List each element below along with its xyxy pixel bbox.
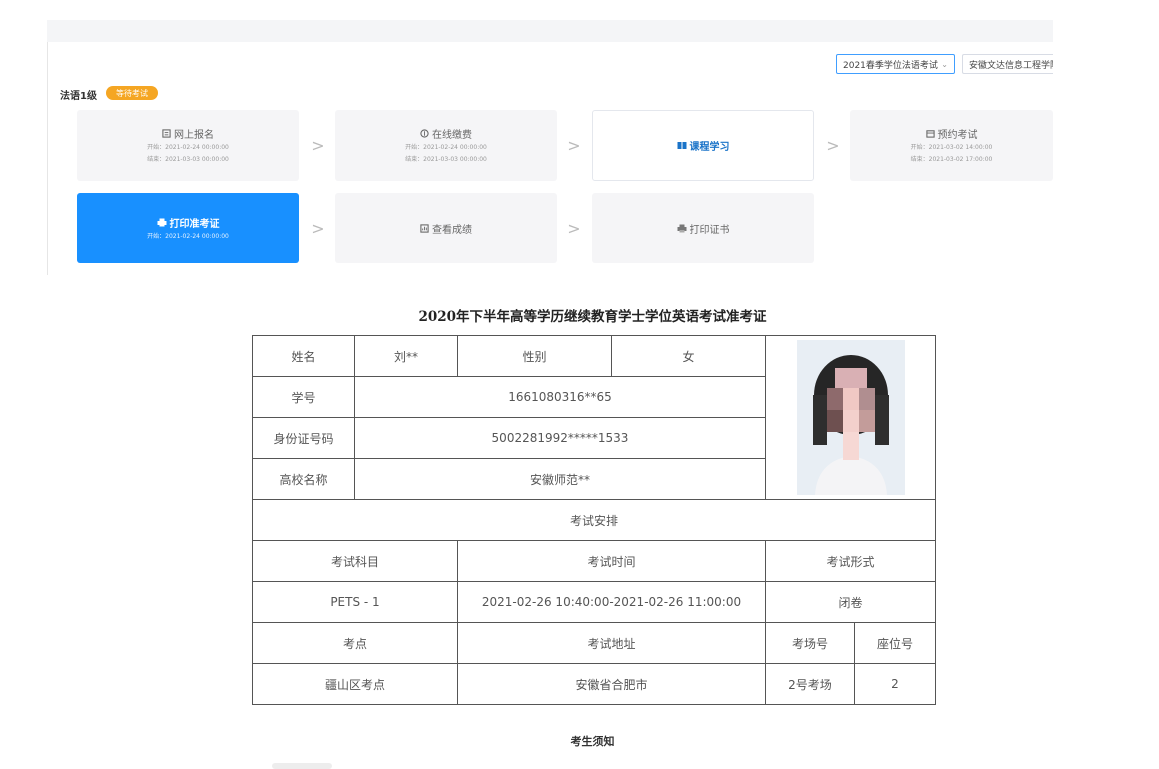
value-room: 2号考场 (765, 663, 855, 705)
school-select-value: 安徽文达信息工程学院 (969, 60, 1053, 71)
table-row: 考点 考试地址 考场号 座位号 (252, 622, 936, 664)
photo-cell (765, 335, 936, 500)
value-format: 闭卷 (765, 581, 936, 623)
avatar (796, 340, 905, 495)
label-id-number: 身份证号码 (252, 417, 355, 459)
value-time: 2021-02-26 10:40:00-2021-02-26 11:00:00 (457, 581, 766, 623)
value-seat: 2 (854, 663, 936, 705)
panel-border (47, 42, 48, 275)
table-row: 考试安排 (252, 499, 936, 541)
step-start: 开始：2021-02-24 00:00:00 (147, 144, 229, 151)
step-start: 开始：2021-02-24 00:00:00 (147, 232, 229, 240)
exam-select[interactable]: 2021春季学位法语考试 ⌄ (836, 54, 955, 74)
label-name: 姓名 (252, 335, 355, 377)
value-student-id: 1661080316**65 (354, 376, 766, 418)
cropped-text (272, 763, 332, 769)
chevron-right-icon: > (567, 136, 581, 155)
level-name: 法语1级 (60, 91, 97, 102)
value-gender: 女 (611, 335, 766, 377)
step-title: 预约考试 (937, 130, 978, 141)
printer-icon (157, 218, 166, 226)
value-site: 疆山区考点 (252, 663, 458, 705)
section-exam-arrangement: 考试安排 (252, 499, 936, 541)
ticket-title: 2020年下半年高等学历继续教育学士学位英语考试准考证 (418, 309, 767, 325)
label-subject: 考试科目 (252, 540, 458, 582)
step-end: 结束：2021-03-02 17:00:00 (910, 156, 993, 163)
label-school: 高校名称 (252, 458, 355, 500)
step-start: 开始：2021-02-24 00:00:00 (405, 144, 487, 151)
book-icon (677, 142, 686, 149)
status-badge: 等待考试 (106, 86, 158, 100)
chevron-right-icon: > (311, 219, 325, 238)
printer-icon (677, 224, 686, 232)
value-school: 安徽师范** (354, 458, 766, 500)
chevron-right-icon: > (311, 136, 325, 155)
step-title: 课程学习 (689, 142, 730, 153)
table-row: 姓名 刘** 性别 女 (252, 335, 936, 500)
student-photo-icon (796, 340, 905, 495)
step-online-payment[interactable]: 在线缴费 开始：2021-02-24 00:00:00 结束：2021-03-0… (335, 110, 557, 181)
form-icon (162, 129, 171, 138)
label-time: 考试时间 (457, 540, 766, 582)
step-view-scores[interactable]: 查看成绩 (335, 193, 557, 263)
step-print-certificate[interactable]: 打印证书 (592, 193, 814, 263)
step-end: 结束：2021-03-03 00:00:00 (147, 156, 229, 163)
school-select[interactable]: 安徽文达信息工程学院 (962, 54, 1053, 74)
step-online-registration[interactable]: 网上报名 开始：2021-02-24 00:00:00 结束：2021-03-0… (77, 110, 299, 181)
table-row: 考试科目 考试时间 考试形式 (252, 540, 936, 582)
label-student-id: 学号 (252, 376, 355, 418)
step-book-exam[interactable]: 预约考试 开始：2021-03-02 14:00:00 结束：2021-03-0… (850, 110, 1053, 181)
label-gender: 性别 (457, 335, 612, 377)
step-start: 开始：2021-03-02 14:00:00 (910, 144, 993, 151)
admission-ticket-table: 姓名 刘** 性别 女 学号 1661080316**65 身份证号码 5002… (252, 335, 936, 705)
label-room: 考场号 (765, 622, 855, 664)
chevron-right-icon: > (826, 136, 840, 155)
top-band (47, 20, 1053, 42)
step-title: 打印证书 (689, 224, 730, 236)
step-title: 查看成绩 (432, 224, 472, 236)
chevron-right-icon: > (567, 219, 581, 238)
step-course-study[interactable]: 课程学习 (592, 110, 814, 181)
label-address: 考试地址 (457, 622, 766, 664)
step-end: 结束：2021-03-03 00:00:00 (405, 156, 487, 163)
payment-icon (420, 129, 429, 138)
table-row: 疆山区考点 安徽省合肥市 2号考场 2 (252, 663, 936, 705)
exam-select-value: 2021春季学位法语考试 (843, 60, 938, 71)
label-site: 考点 (252, 622, 458, 664)
step-title: 在线缴费 (432, 130, 472, 141)
chevron-down-icon: ⌄ (941, 59, 948, 69)
value-name: 刘** (354, 335, 458, 377)
value-id-number: 5002281992*****1533 (354, 417, 766, 459)
step-print-admission-ticket[interactable]: 打印准考证 开始：2021-02-24 00:00:00 (77, 193, 299, 263)
label-format: 考试形式 (765, 540, 936, 582)
step-title: 网上报名 (174, 130, 214, 141)
label-seat: 座位号 (854, 622, 936, 664)
notice-title: 考生须知 (570, 735, 615, 748)
value-subject: PETS - 1 (252, 581, 458, 623)
calendar-icon (925, 130, 935, 138)
table-row: PETS - 1 2021-02-26 10:40:00-2021-02-26 … (252, 581, 936, 623)
score-icon (420, 223, 429, 233)
step-title: 打印准考证 (169, 218, 220, 230)
value-address: 安徽省合肥市 (457, 663, 766, 705)
